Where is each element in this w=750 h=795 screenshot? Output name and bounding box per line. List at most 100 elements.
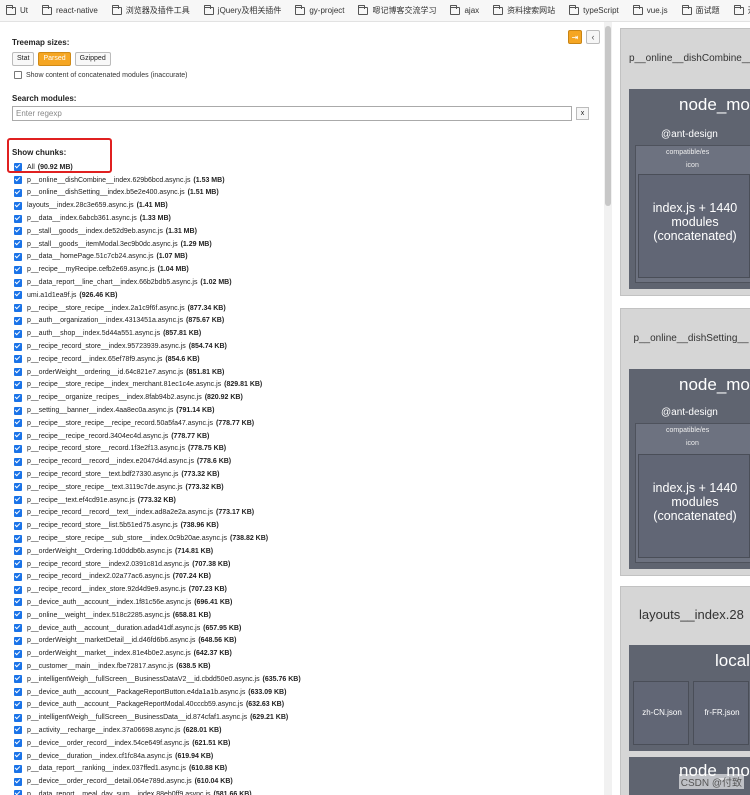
- chunk-checkbox[interactable]: [14, 764, 22, 773]
- treemap-block-layouts[interactable]: layouts__index.28 local zh-CN.json fr-FR…: [620, 586, 750, 795]
- chunk-item[interactable]: p__recipe__recipe_record.3404ec4d.async.…: [14, 430, 301, 443]
- bookmark-item[interactable]: react-native: [42, 4, 98, 15]
- chunk-checkbox[interactable]: [14, 547, 22, 556]
- size-stat-button[interactable]: Stat: [12, 52, 35, 66]
- chunk-item[interactable]: p__recipe__store_recipe__index_merchant.…: [14, 379, 301, 392]
- chunk-checkbox[interactable]: [14, 662, 22, 671]
- chunk-item[interactable]: p__device_auth__account__duration.adad41…: [14, 622, 301, 635]
- treemap-canvas[interactable]: p__online__dishCombine__ node_mo @ant-de…: [614, 22, 750, 795]
- chunk-item[interactable]: p__device_auth__account__PackageReportMo…: [14, 698, 301, 711]
- bookmark-item[interactable]: jQuery及相关插件: [203, 4, 281, 16]
- concat-modules-option[interactable]: Show content of concatenated modules (in…: [14, 71, 188, 79]
- chunk-checkbox[interactable]: [14, 304, 22, 313]
- search-input[interactable]: [12, 106, 572, 121]
- chunk-item[interactable]: p__orderWeight__ordering__id.64c821e7.as…: [14, 366, 301, 379]
- collapse-sidebar-button[interactable]: ‹: [586, 30, 600, 44]
- chunk-item[interactable]: p__data__index.6abcb361.async.js (1.33 M…: [14, 212, 301, 225]
- bookmark-item[interactable]: typeScript: [569, 4, 619, 15]
- chunk-checkbox[interactable]: [14, 252, 22, 261]
- pin-sidebar-button[interactable]: ⇥: [568, 30, 582, 44]
- chunk-item[interactable]: p__orderWeight__marketDetail__id.d46fd6b…: [14, 634, 301, 647]
- bookmark-item[interactable]: 浏览器及插件工具: [111, 4, 190, 16]
- chunk-checkbox[interactable]: [14, 291, 22, 300]
- chunk-checkbox[interactable]: [14, 700, 22, 709]
- chunk-checkbox[interactable]: [14, 316, 22, 325]
- size-parsed-button[interactable]: Parsed: [38, 52, 71, 66]
- chunk-checkbox[interactable]: [14, 726, 22, 735]
- chunk-item[interactable]: p__stall__goods__itemModal.3ec9b0dc.asyn…: [14, 238, 301, 251]
- chunk-item[interactable]: p__recipe_record__record__index.e2047d4d…: [14, 455, 301, 468]
- chunk-item[interactable]: p__orderWeight__market__index.81e4b0e2.a…: [14, 647, 301, 660]
- chunk-item[interactable]: layouts__index.28c3e659.async.js (1.41 M…: [14, 199, 301, 212]
- treemap-concat-module[interactable]: index.js + 1440 modules (concatenated): [638, 454, 750, 558]
- treemap-node-modules[interactable]: node_mo @ant-design compatible/es icon i…: [629, 89, 750, 289]
- chunk-checkbox[interactable]: [14, 675, 22, 684]
- chunk-item[interactable]: p__recipe_record__index.65ef78f9.async.j…: [14, 353, 301, 366]
- chunk-checkbox[interactable]: [14, 355, 22, 364]
- chunk-item[interactable]: p__recipe_record_store__index2.0391c81d.…: [14, 558, 301, 571]
- chunk-checkbox[interactable]: [14, 688, 22, 697]
- chunk-item[interactable]: p__stall__goods__index.de52d9eb.async.js…: [14, 225, 301, 238]
- chunk-checkbox[interactable]: [14, 329, 22, 338]
- chunk-item[interactable]: p__intelligentWeigh__fullScreen__Busines…: [14, 711, 301, 724]
- chunk-item[interactable]: p__setting__banner__index.4aa8ec0a.async…: [14, 404, 301, 417]
- chunk-checkbox[interactable]: [14, 611, 22, 620]
- chunk-item[interactable]: p__data_report__meal_day_sum__index.88eb…: [14, 788, 301, 795]
- scrollbar-thumb[interactable]: [605, 26, 611, 206]
- chunk-item[interactable]: p__recipe_record__index2.02a77ac6.async.…: [14, 571, 301, 584]
- treemap-node-modules[interactable]: node_mo @ant-design compatible/es icon i…: [629, 369, 750, 569]
- chunk-checkbox[interactable]: [14, 342, 22, 351]
- chunk-checkbox[interactable]: [14, 483, 22, 492]
- chunk-item[interactable]: p__auth__organization__index.4313451a.as…: [14, 315, 301, 328]
- chunk-item[interactable]: p__data_report__line_chart__index.66b2bd…: [14, 276, 301, 289]
- chunk-item[interactable]: p__recipe__store_recipe__recipe_record.5…: [14, 417, 301, 430]
- chunk-checkbox[interactable]: [14, 227, 22, 236]
- chunk-checkbox[interactable]: [14, 176, 22, 185]
- chunk-item[interactable]: p__recipe__myRecipe.cefb2e69.async.js (1…: [14, 263, 301, 276]
- chunk-item[interactable]: p__device_auth__account__index.1f81c56e.…: [14, 596, 301, 609]
- sidebar-scrollbar[interactable]: [604, 22, 612, 795]
- chunk-item[interactable]: p__recipe_record__index_store.92d4d9e9.a…: [14, 583, 301, 596]
- treemap-compatible-es[interactable]: compatible/es icon index.js + 1440 modul…: [635, 423, 750, 563]
- chunk-item[interactable]: p__orderWeight__Ordering.1d0ddb6b.async.…: [14, 545, 301, 558]
- chunk-item[interactable]: p__recipe_record_store__text.bdf27330.as…: [14, 468, 301, 481]
- chunk-checkbox[interactable]: [14, 496, 22, 505]
- chunk-item[interactable]: p__customer__main__index.fbe72817.async.…: [14, 660, 301, 673]
- chunk-all-item[interactable]: All (90.92 MB): [14, 161, 301, 174]
- treemap-block-dishcombine[interactable]: p__online__dishCombine__ node_mo @ant-de…: [620, 28, 750, 296]
- chunk-item[interactable]: p__recipe__store_recipe__text.3119c7de.a…: [14, 481, 301, 494]
- bookmark-item[interactable]: 嗯记博客交流学习: [358, 4, 436, 16]
- treemap-locale[interactable]: local zh-CN.json fr-FR.json: [629, 645, 750, 751]
- treemap-fr-fr-json[interactable]: fr-FR.json: [693, 681, 749, 745]
- concat-modules-checkbox[interactable]: [14, 71, 22, 79]
- chunk-checkbox[interactable]: [14, 636, 22, 645]
- chunk-checkbox[interactable]: [14, 790, 22, 795]
- chunk-checkbox[interactable]: [14, 534, 22, 543]
- bookmark-item[interactable]: ajax: [450, 4, 479, 15]
- chunk-checkbox[interactable]: [14, 444, 22, 453]
- bookmark-item[interactable]: vue.js: [632, 4, 668, 15]
- chunk-item[interactable]: p__recipe__store_recipe__sub_store__inde…: [14, 532, 301, 545]
- chunk-checkbox[interactable]: [14, 419, 22, 428]
- chunk-item[interactable]: p__online__weight__index.518c2285.async.…: [14, 609, 301, 622]
- chunk-checkbox[interactable]: [14, 752, 22, 761]
- chunk-checkbox[interactable]: [14, 214, 22, 223]
- chunk-item[interactable]: umi.a1d1ea9f.js (926.46 KB): [14, 289, 301, 302]
- chunk-checkbox[interactable]: [14, 521, 22, 530]
- bookmark-item[interactable]: gy-project: [295, 4, 344, 15]
- chunk-item[interactable]: p__recipe__store_recipe__index.2a1c9f6f.…: [14, 302, 301, 315]
- chunk-checkbox[interactable]: [14, 457, 22, 466]
- treemap-concat-module[interactable]: index.js + 1440 modules (concatenated): [638, 174, 750, 278]
- chunk-checkbox[interactable]: [14, 572, 22, 581]
- chunk-checkbox[interactable]: [14, 368, 22, 377]
- chunk-checkbox[interactable]: [14, 713, 22, 722]
- chunk-item[interactable]: p__device__order_record__detail.064e789d…: [14, 775, 301, 788]
- chunk-checkbox[interactable]: [14, 777, 22, 786]
- chunk-item[interactable]: p__online__dishCombine__index.629b6bcd.a…: [14, 174, 301, 187]
- bookmark-item[interactable]: Ut: [6, 4, 28, 15]
- chunk-item[interactable]: p__recipe_record__record__text__index.ad…: [14, 507, 301, 520]
- chunk-checkbox[interactable]: [14, 432, 22, 441]
- chunk-checkbox[interactable]: [14, 265, 22, 274]
- chunk-item[interactable]: p__data__homePage.51c7cb24.async.js (1.0…: [14, 251, 301, 264]
- chunk-checkbox[interactable]: [14, 393, 22, 402]
